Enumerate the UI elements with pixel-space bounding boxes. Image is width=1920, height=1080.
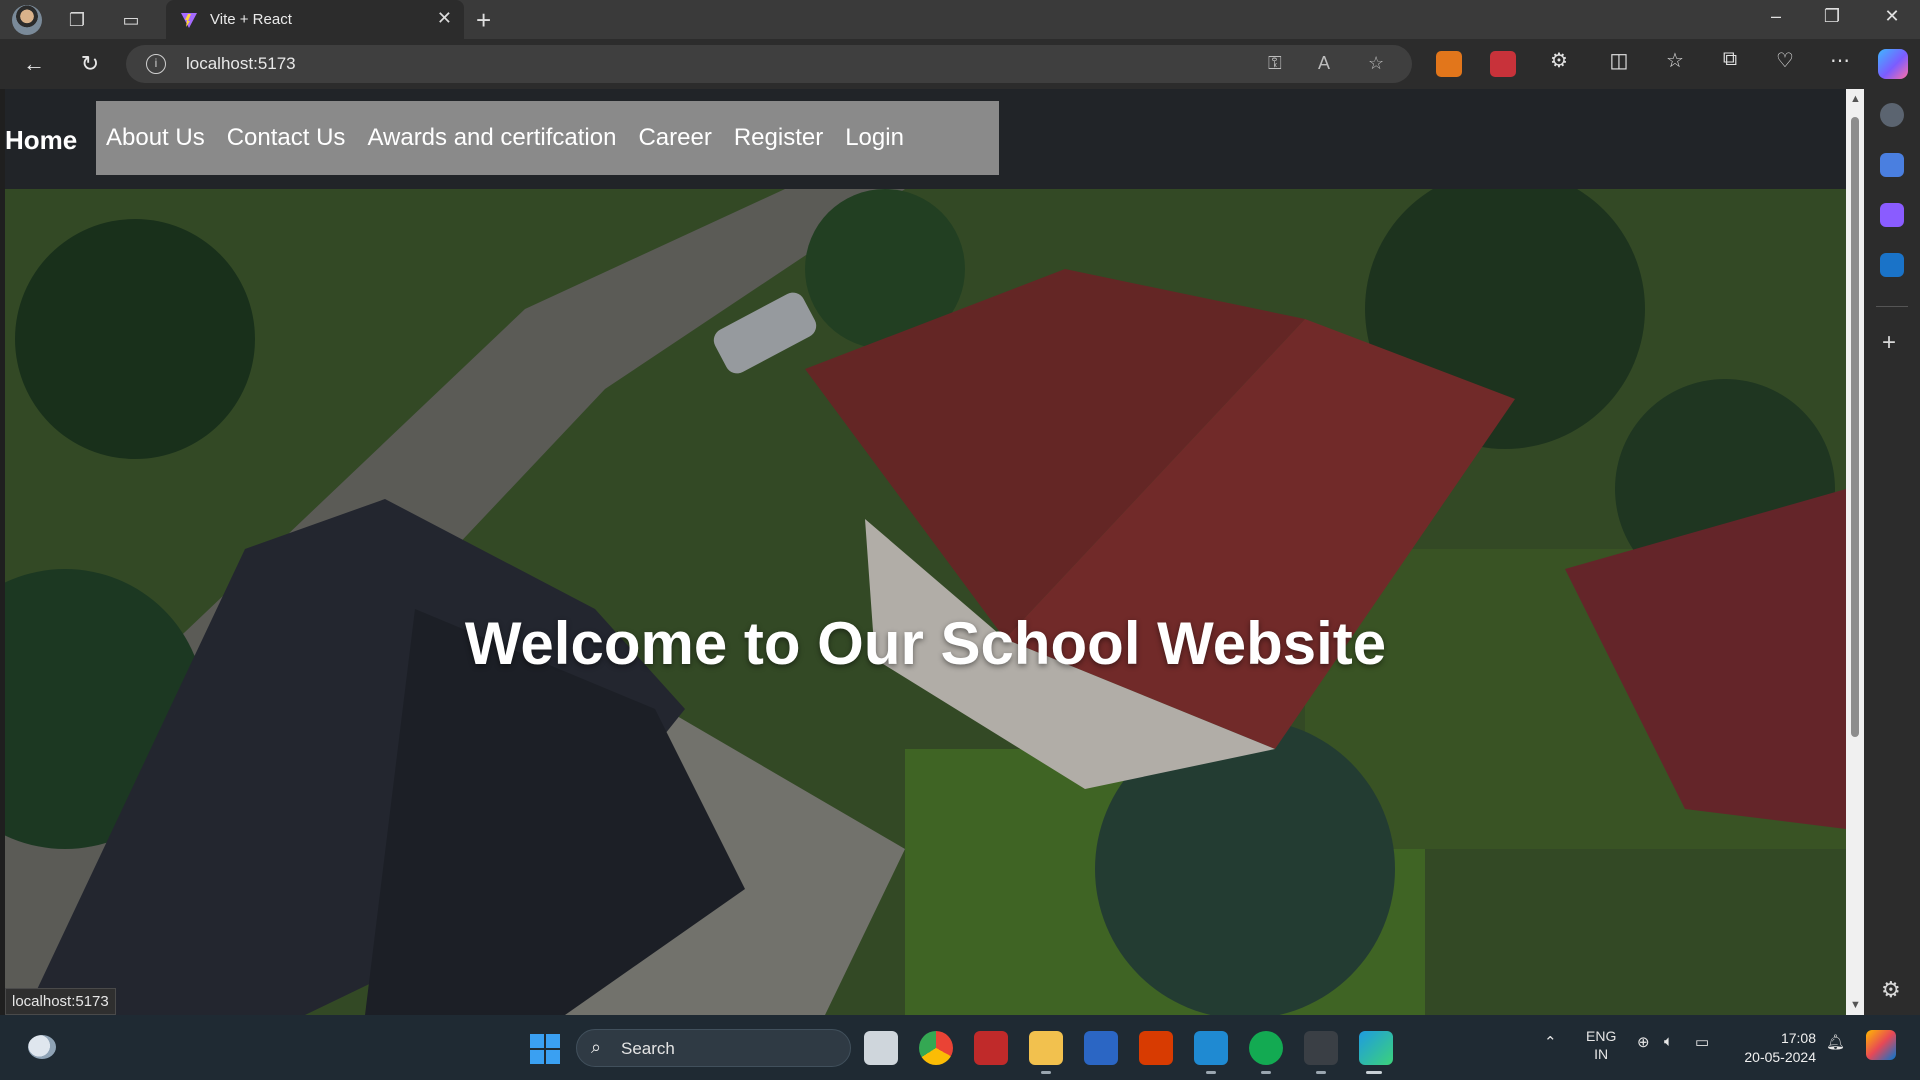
- favorites-icon[interactable]: ☆: [1660, 48, 1690, 73]
- nav-link-contact-us[interactable]: Contact Us: [227, 124, 346, 152]
- nav-link-awards[interactable]: Awards and certifcation: [367, 124, 616, 152]
- page-viewport: Home About Us Contact Us Awards and cert…: [5, 89, 1846, 1015]
- region-code: IN: [1594, 1046, 1609, 1062]
- address-bar[interactable]: i localhost:5173 ⚿ A ☆: [126, 45, 1412, 83]
- terminal-icon[interactable]: [1304, 1031, 1338, 1065]
- scroll-up-icon[interactable]: ▲: [1850, 93, 1861, 105]
- search-sidebar-icon[interactable]: [1880, 103, 1904, 127]
- site-info-icon[interactable]: i: [146, 54, 166, 74]
- refresh-icon[interactable]: ↻: [74, 48, 106, 80]
- weather-widget-icon[interactable]: [28, 1035, 56, 1059]
- clock-time: 17:08: [1780, 1030, 1816, 1046]
- file-explorer-running-indicator: [1041, 1071, 1051, 1074]
- browser-tabstrip: ❐ ▭ Vite + React ✕ + – ❐ ✕: [0, 0, 1920, 39]
- nav-link-career[interactable]: Career: [638, 124, 711, 152]
- volume-icon[interactable]: 🔈︎: [1664, 1033, 1673, 1050]
- favorite-star-icon[interactable]: ☆: [1368, 53, 1384, 74]
- clock-date: 20-05-2024: [1744, 1049, 1816, 1065]
- chrome-icon[interactable]: [919, 1031, 953, 1065]
- profile-avatar[interactable]: [12, 5, 42, 35]
- read-aloud-icon[interactable]: A: [1318, 53, 1330, 74]
- extension-icon[interactable]: [1490, 51, 1516, 77]
- metamask-extension-icon[interactable]: [1436, 51, 1462, 77]
- restore-icon[interactable]: ❐: [1812, 6, 1852, 27]
- sidebar-divider: [1876, 306, 1908, 307]
- minimize-icon[interactable]: –: [1756, 6, 1796, 27]
- network-icon[interactable]: ⊕: [1637, 1033, 1650, 1051]
- nav-link-login[interactable]: Login: [845, 124, 904, 152]
- extensions-icon[interactable]: ⚙: [1544, 48, 1574, 73]
- task-view-icon[interactable]: [864, 1031, 898, 1065]
- search-icon: ⌕: [591, 1037, 602, 1057]
- add-sidebar-app-icon[interactable]: +: [1882, 329, 1896, 357]
- workspaces-icon[interactable]: ❐: [64, 7, 90, 33]
- nav-link-about-us[interactable]: About Us: [106, 124, 205, 152]
- terminal-running-indicator: [1316, 1071, 1326, 1074]
- new-tab-icon[interactable]: +: [476, 5, 491, 36]
- edge-active-indicator: [1366, 1071, 1382, 1074]
- split-screen-icon[interactable]: ◫: [1604, 48, 1634, 73]
- file-explorer-icon[interactable]: [1029, 1031, 1063, 1065]
- nav-link-register[interactable]: Register: [734, 124, 823, 152]
- browser-tab-active[interactable]: Vite + React ✕: [166, 0, 464, 39]
- edge-sidebar: + ⚙: [1864, 89, 1920, 1015]
- search-label: Search: [621, 1039, 675, 1058]
- vscode-running-indicator: [1206, 1071, 1216, 1074]
- mongodb-compass-icon[interactable]: [1249, 1031, 1283, 1065]
- status-bar-url: localhost:5173: [5, 988, 116, 1015]
- nav-links-container: About Us Contact Us Awards and certifcat…: [96, 101, 999, 175]
- scroll-down-icon[interactable]: ▼: [1850, 999, 1861, 1011]
- notifications-icon[interactable]: 🔔︎: [1826, 1033, 1845, 1051]
- system-clock[interactable]: 17:08 20-05-2024: [1738, 1029, 1816, 1067]
- mongodb-running-indicator: [1261, 1071, 1271, 1074]
- back-icon[interactable]: ←: [18, 48, 50, 80]
- close-window-icon[interactable]: ✕: [1872, 6, 1912, 27]
- word-icon[interactable]: [1084, 1031, 1118, 1065]
- language-indicator[interactable]: ENG IN: [1586, 1027, 1616, 1063]
- browser-toolbar: ← ↻ i localhost:5173 ⚿ A ☆ ⚙ ◫ ☆ ⧉ ♡ ⋯: [0, 39, 1920, 89]
- nav-home-link[interactable]: Home: [5, 125, 77, 156]
- tab-title: Vite + React: [210, 11, 292, 28]
- more-options-icon[interactable]: ⋯: [1825, 48, 1855, 73]
- site-navbar: Home About Us Contact Us Awards and cert…: [5, 89, 1846, 189]
- show-hidden-icons-icon[interactable]: ⌃: [1544, 1033, 1557, 1051]
- taskbar-search[interactable]: ⌕ Search: [576, 1029, 851, 1067]
- address-url[interactable]: localhost:5173: [186, 54, 296, 74]
- tab-close-icon[interactable]: ✕: [437, 8, 452, 29]
- office-icon[interactable]: [1139, 1031, 1173, 1065]
- vertical-tabs-icon[interactable]: ▭: [118, 7, 144, 33]
- battery-icon[interactable]: ▭: [1695, 1033, 1709, 1051]
- windows-taskbar: ⌕ Search ⌃ ENG IN ⊕ 🔈︎ ▭ 17:08 20-05-202…: [0, 1015, 1920, 1080]
- tools-icon[interactable]: [1880, 203, 1904, 227]
- scrollbar-thumb[interactable]: [1851, 117, 1859, 737]
- vite-icon: [181, 13, 197, 28]
- app-icon-red[interactable]: [974, 1031, 1008, 1065]
- page-scrollbar[interactable]: ▲ ▼: [1846, 89, 1864, 1015]
- edge-icon[interactable]: [1359, 1031, 1393, 1065]
- hero-title: Welcome to Our School Website: [464, 610, 1387, 677]
- language-code: ENG: [1586, 1028, 1617, 1044]
- browser-essentials-icon[interactable]: ♡: [1770, 48, 1800, 73]
- key-icon[interactable]: ⚿: [1268, 53, 1282, 74]
- shopping-icon[interactable]: [1880, 153, 1904, 177]
- sidebar-settings-icon[interactable]: ⚙: [1881, 977, 1901, 1003]
- hero-section: Welcome to Our School Website: [5, 189, 1846, 1015]
- hero-background-image: [5, 189, 1846, 1015]
- vscode-icon[interactable]: [1194, 1031, 1228, 1065]
- outlook-icon[interactable]: [1880, 253, 1904, 277]
- copilot-icon[interactable]: [1878, 49, 1908, 79]
- start-menu-icon[interactable]: [530, 1034, 560, 1064]
- collections-icon[interactable]: ⧉: [1715, 48, 1745, 71]
- copilot-taskbar-icon[interactable]: [1866, 1030, 1896, 1060]
